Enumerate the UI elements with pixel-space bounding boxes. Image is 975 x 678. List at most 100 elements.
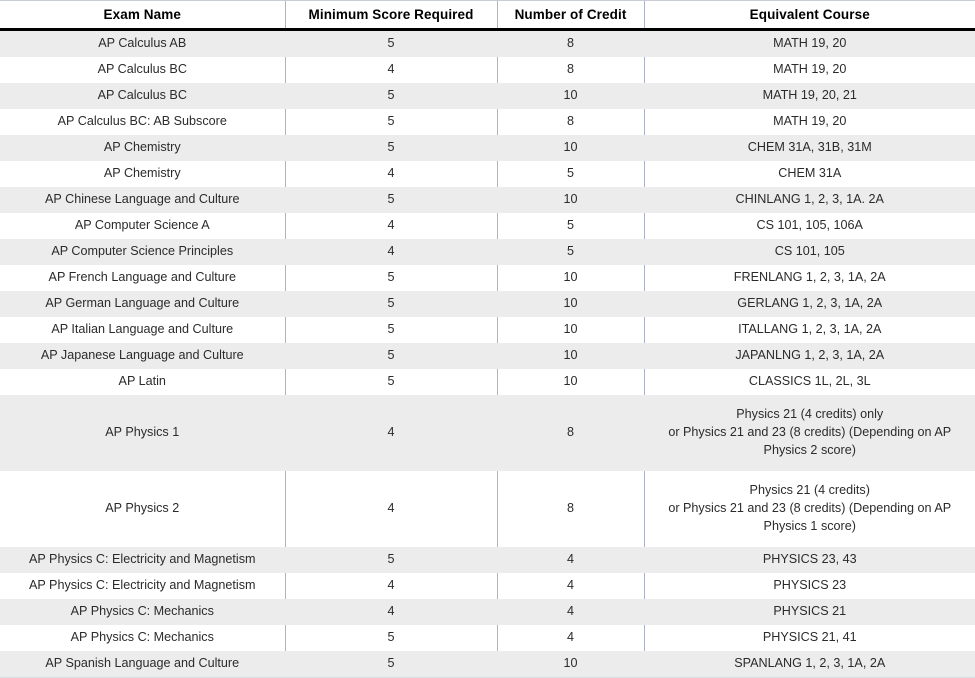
table-row: AP Japanese Language and Culture 5 10 JAPAN… — [0, 343, 975, 369]
cell-minimum-score: 4 — [284, 213, 497, 239]
cell-minimum-score: 5 — [284, 83, 497, 109]
column-header-equivalent-course: Equivalent Course — [643, 0, 975, 31]
table-row: AP Italian Language and Culture 5 10 ITALLA… — [0, 317, 975, 343]
cell-number-of-credit: 8 — [496, 395, 644, 471]
cell-exam-name: AP Chemistry — [0, 135, 285, 161]
cell-equivalent-course: MATH 19, 20 — [643, 57, 975, 83]
table-row: AP Calculus BC: AB Subscore 5 8 MATH 19, 20 — [0, 109, 975, 135]
cell-equivalent-course: Physics 21 (4 credits) or Physics 21 and… — [643, 471, 975, 547]
cell-equivalent-course: PHYSICS 23 — [643, 573, 975, 599]
cell-number-of-credit: 10 — [496, 187, 644, 213]
table-row: AP Latin 5 10 CLASSICS 1L, 2L, 3L — [0, 369, 975, 395]
cell-number-of-credit: 4 — [496, 573, 644, 599]
cell-minimum-score: 4 — [284, 599, 497, 625]
cell-minimum-score: 5 — [284, 291, 497, 317]
cell-minimum-score: 5 — [284, 625, 497, 651]
cell-equivalent-course: MATH 19, 20, 21 — [643, 83, 975, 109]
table-row: AP Calculus BC 5 10 MATH 19, 20, 21 — [0, 83, 975, 109]
table-row: AP Physics C: Electricity and Magnetism 4… — [0, 573, 975, 599]
cell-exam-name: AP German Language and Culture — [0, 291, 285, 317]
cell-exam-name: AP Japanese Language and Culture — [0, 343, 285, 369]
cell-number-of-credit: 8 — [496, 109, 644, 135]
cell-equivalent-course: ITALLANG 1, 2, 3, 1A, 2A — [643, 317, 975, 343]
cell-minimum-score: 4 — [284, 573, 497, 599]
cell-exam-name: AP Physics C: Electricity and Magnetism — [0, 547, 285, 573]
cell-exam-name: AP Chemistry — [0, 161, 285, 187]
column-header-minimum-score-required: Minimum Score Required — [284, 0, 497, 31]
header-row: Exam Name Minimum Score Required Number … — [0, 0, 975, 31]
cell-number-of-credit: 10 — [496, 83, 644, 109]
cell-exam-name: AP Physics C: Mechanics — [0, 625, 285, 651]
cell-minimum-score: 4 — [284, 161, 497, 187]
cell-minimum-score: 4 — [284, 395, 497, 471]
cell-minimum-score: 5 — [284, 317, 497, 343]
column-header-exam-name: Exam Name — [0, 0, 285, 31]
cell-exam-name: AP Physics 2 — [0, 471, 285, 547]
cell-exam-name: AP Calculus AB — [0, 29, 285, 57]
table-row: AP Physics 1 4 8 Physics 21 (4 credits) onl… — [0, 395, 975, 471]
cell-number-of-credit: 10 — [496, 651, 644, 678]
cell-number-of-credit: 4 — [496, 547, 644, 573]
table-row: AP Chemistry 4 5 CHEM 31A — [0, 161, 975, 187]
table-row: AP Physics C: Mechanics 5 4 PHYSICS 21, 41 — [0, 625, 975, 651]
cell-exam-name: AP Calculus BC — [0, 83, 285, 109]
table-row: AP Physics C: Electricity and Magnetism 5… — [0, 547, 975, 573]
cell-number-of-credit: 10 — [496, 265, 644, 291]
cell-equivalent-course: CHINLANG 1, 2, 3, 1A. 2A — [643, 187, 975, 213]
column-header-number-of-credit: Number of Credit — [496, 0, 644, 31]
cell-minimum-score: 5 — [284, 343, 497, 369]
cell-exam-name: AP Physics C: Mechanics — [0, 599, 285, 625]
cell-exam-name: AP Chinese Language and Culture — [0, 187, 285, 213]
cell-equivalent-course: CHEM 31A, 31B, 31M — [643, 135, 975, 161]
cell-number-of-credit: 10 — [496, 317, 644, 343]
cell-number-of-credit: 5 — [496, 213, 644, 239]
cell-equivalent-course: GERLANG 1, 2, 3, 1A, 2A — [643, 291, 975, 317]
cell-exam-name: AP French Language and Culture — [0, 265, 285, 291]
table-body: AP Calculus AB 5 8 MATH 19, 20 AP Calculus B… — [0, 29, 975, 678]
table-row: AP Spanish Language and Culture 5 10 SPANLA… — [0, 651, 975, 678]
table-row: AP Calculus BC 4 8 MATH 19, 20 — [0, 57, 975, 83]
cell-minimum-score: 4 — [284, 239, 497, 265]
table-row: AP Physics C: Mechanics 4 4 PHYSICS 21 — [0, 599, 975, 625]
cell-minimum-score: 5 — [284, 109, 497, 135]
cell-exam-name: AP Physics 1 — [0, 395, 285, 471]
cell-number-of-credit: 10 — [496, 343, 644, 369]
cell-exam-name: AP Calculus BC: AB Subscore — [0, 109, 285, 135]
cell-number-of-credit: 8 — [496, 471, 644, 547]
cell-minimum-score: 5 — [284, 651, 497, 678]
cell-number-of-credit: 4 — [496, 599, 644, 625]
cell-exam-name: AP Computer Science A — [0, 213, 285, 239]
cell-equivalent-course: MATH 19, 20 — [643, 109, 975, 135]
cell-equivalent-course: JAPANLNG 1, 2, 3, 1A, 2A — [643, 343, 975, 369]
cell-equivalent-course: PHYSICS 21, 41 — [643, 625, 975, 651]
cell-minimum-score: 4 — [284, 471, 497, 547]
cell-minimum-score: 4 — [284, 57, 497, 83]
cell-exam-name: AP Latin — [0, 369, 285, 395]
cell-number-of-credit: 10 — [496, 135, 644, 161]
table-row: AP Physics 2 4 8 Physics 21 (4 credits) or … — [0, 471, 975, 547]
cell-equivalent-course: CHEM 31A — [643, 161, 975, 187]
table-row: AP Chemistry 5 10 CHEM 31A, 31B, 31M — [0, 135, 975, 161]
cell-equivalent-course: FRENLANG 1, 2, 3, 1A, 2A — [643, 265, 975, 291]
ap-credit-table: Exam Name Minimum Score Required Number … — [0, 0, 975, 678]
cell-number-of-credit: 4 — [496, 625, 644, 651]
cell-exam-name: AP Physics C: Electricity and Magnetism — [0, 573, 285, 599]
cell-minimum-score: 5 — [284, 265, 497, 291]
table-header: Exam Name Minimum Score Required Number … — [0, 0, 975, 31]
table-row: AP French Language and Culture 5 10 FRENLAN… — [0, 265, 975, 291]
cell-exam-name: AP Spanish Language and Culture — [0, 651, 285, 678]
cell-number-of-credit: 8 — [496, 57, 644, 83]
table-row: AP Chinese Language and Culture 5 10 CHINLA… — [0, 187, 975, 213]
cell-number-of-credit: 10 — [496, 369, 644, 395]
cell-number-of-credit: 10 — [496, 291, 644, 317]
cell-equivalent-course: PHYSICS 21 — [643, 599, 975, 625]
cell-exam-name: AP Italian Language and Culture — [0, 317, 285, 343]
cell-equivalent-course: Physics 21 (4 credits) only or Physics 2… — [643, 395, 975, 471]
cell-minimum-score: 5 — [284, 547, 497, 573]
cell-equivalent-course: CLASSICS 1L, 2L, 3L — [643, 369, 975, 395]
cell-minimum-score: 5 — [284, 29, 497, 57]
cell-equivalent-course: CS 101, 105 — [643, 239, 975, 265]
cell-equivalent-course: CS 101, 105, 106A — [643, 213, 975, 239]
cell-equivalent-course: MATH 19, 20 — [643, 29, 975, 57]
cell-exam-name: AP Computer Science Principles — [0, 239, 285, 265]
